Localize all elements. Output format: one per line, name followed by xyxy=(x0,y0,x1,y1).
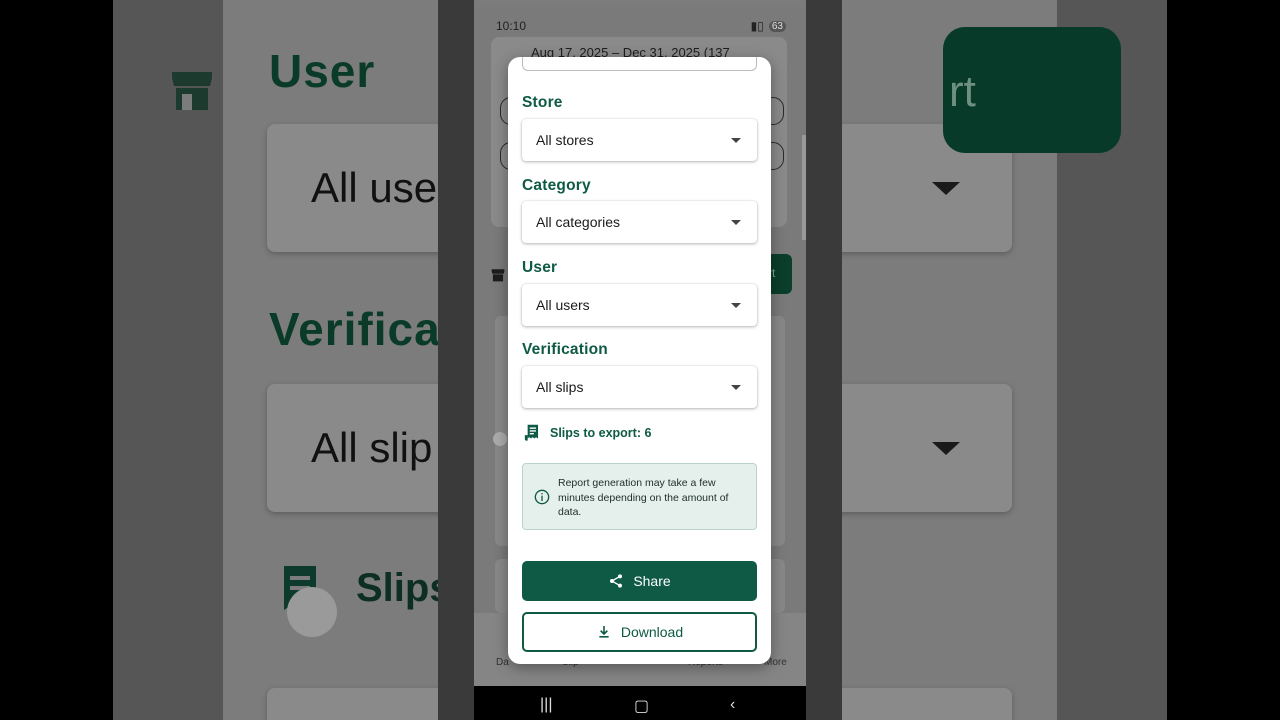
receipt-icon xyxy=(524,424,539,441)
background-dot xyxy=(493,432,507,446)
store-label: Store xyxy=(522,94,563,111)
background-handle xyxy=(287,587,337,637)
share-button-label: Share xyxy=(633,573,671,589)
category-select[interactable]: All categories xyxy=(522,201,757,243)
category-label: Category xyxy=(522,177,591,194)
download-button-label: Download xyxy=(620,624,684,640)
verification-label: Verification xyxy=(522,341,608,358)
system-navigation-bar: ||| ▢ ‹ xyxy=(474,686,806,720)
screen: User All use Verifica All slip Slips rt … xyxy=(0,0,1280,720)
store-icon xyxy=(172,72,212,110)
nav-item-dashboard: Da xyxy=(496,657,509,668)
slips-to-export-text: Slips to export: 6 xyxy=(550,426,652,440)
store-select[interactable]: All stores xyxy=(522,119,757,161)
background-verification-title: Verifica xyxy=(269,303,441,355)
download-icon xyxy=(599,626,609,638)
scrollbar xyxy=(802,135,806,240)
status-icons: ▮▯ 63 xyxy=(751,19,786,33)
phone-bezel-right xyxy=(806,0,842,720)
signal-icon: ▮▯ xyxy=(750,19,764,33)
status-time: 10:10 xyxy=(496,19,527,33)
background-export-label: rt xyxy=(949,67,976,116)
slips-count-row: Slips to export: 6 xyxy=(524,423,651,443)
download-button[interactable]: Download xyxy=(522,612,757,652)
info-icon xyxy=(534,489,550,505)
info-notice: Report generation may take a few minutes… xyxy=(522,463,757,530)
share-icon xyxy=(610,574,623,588)
home-icon[interactable]: ▢ xyxy=(634,696,649,716)
chevron-down-icon xyxy=(932,182,960,195)
store-icon xyxy=(491,269,505,282)
background-user-title: User xyxy=(269,45,376,97)
chevron-down-icon xyxy=(731,138,741,143)
recent-apps-icon[interactable]: ||| xyxy=(540,696,552,714)
chevron-down-icon xyxy=(731,303,741,308)
verification-select[interactable]: All slips xyxy=(522,366,757,408)
background-user-value: All use xyxy=(311,164,438,211)
battery-icon: 63 xyxy=(768,20,786,32)
user-label: User xyxy=(522,259,558,276)
chevron-down-icon xyxy=(731,220,741,225)
date-range-field-edge[interactable] xyxy=(522,57,757,71)
store-select-value: All stores xyxy=(536,132,594,148)
background-export-button: rt xyxy=(943,27,1121,153)
share-button[interactable]: Share xyxy=(522,561,757,601)
background-verification-value: All slip xyxy=(311,424,433,471)
category-select-value: All categories xyxy=(536,214,621,230)
export-report-dialog: Store All stores Category All categories… xyxy=(508,57,771,664)
verification-select-value: All slips xyxy=(536,379,584,395)
user-select-value: All users xyxy=(536,297,590,313)
info-notice-text: Report generation may take a few minutes… xyxy=(558,477,729,518)
chevron-down-icon xyxy=(731,385,741,390)
back-icon[interactable]: ‹ xyxy=(730,696,735,714)
user-select[interactable]: All users xyxy=(522,284,757,326)
chevron-down-icon xyxy=(932,442,960,455)
phone-bezel-left xyxy=(438,0,474,720)
